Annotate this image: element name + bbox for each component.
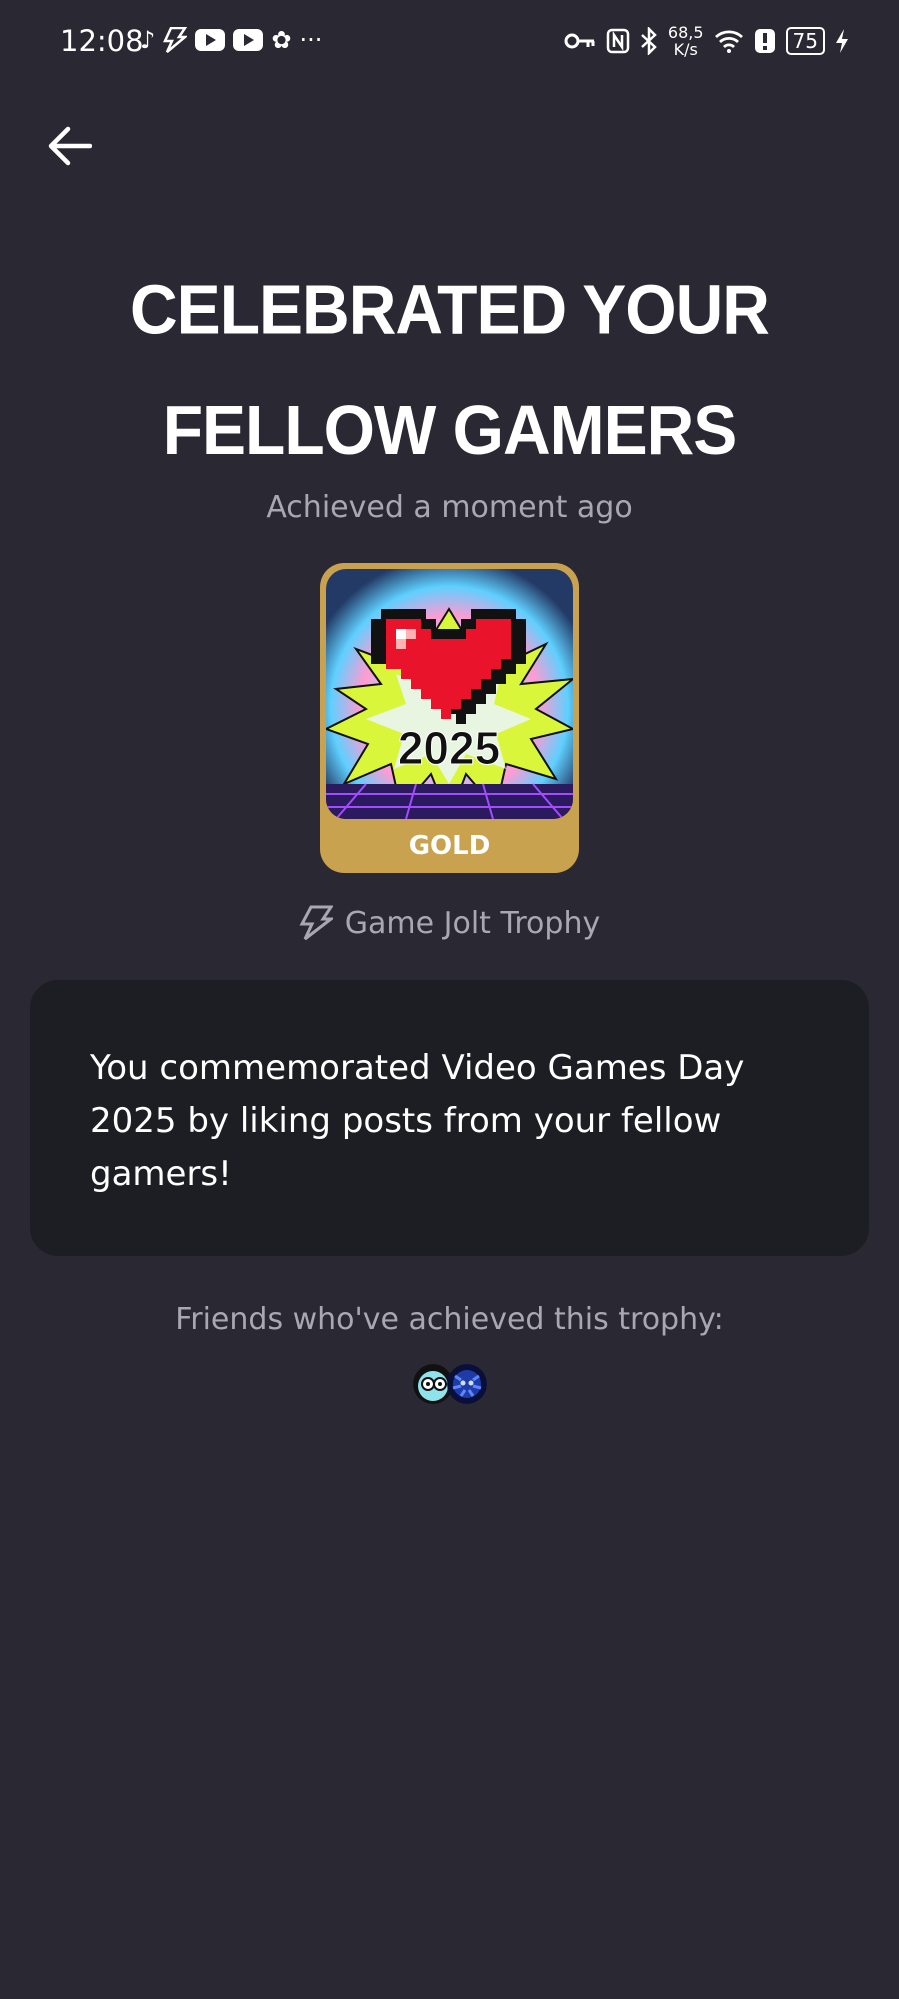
back-button[interactable] xyxy=(44,120,96,172)
key-icon xyxy=(564,25,596,57)
friends-avatars[interactable] xyxy=(413,1364,487,1406)
battery-icon: 75 xyxy=(785,27,825,55)
gamejolt-icon xyxy=(299,905,333,941)
wifi-icon xyxy=(714,25,744,57)
friend-avatar[interactable] xyxy=(447,1364,487,1404)
notification-icons: ♪ ✿ ··· xyxy=(140,24,322,56)
trophy-description: You commemorated Video Games Day 2025 by… xyxy=(90,1048,745,1194)
trophy-description-card: You commemorated Video Games Day 2025 by… xyxy=(30,980,869,1256)
status-bar: 12:08 ♪ ✿ ··· 68,5 K/s 75 xyxy=(0,0,899,90)
settings-icon: ✿ xyxy=(271,26,292,54)
trophy-card: 2025 GOLD xyxy=(320,563,579,873)
alert-icon xyxy=(754,25,776,57)
achieved-time: Achieved a moment ago xyxy=(266,490,633,525)
friends-label: Friends who've achieved this trophy: xyxy=(175,1302,724,1337)
bluetooth-icon xyxy=(640,25,658,57)
trophy-tier: GOLD xyxy=(408,831,491,861)
trophy-year: 2025 xyxy=(398,722,500,774)
trophy-image: 2025 xyxy=(326,569,573,819)
youtube-icon xyxy=(233,24,264,56)
page-title: CELEBRATED YOUR FELLOW GAMERS xyxy=(130,270,770,469)
status-time: 12:08 xyxy=(60,24,144,58)
charging-icon xyxy=(835,25,849,57)
trophy-source-label: Game Jolt Trophy xyxy=(344,905,601,941)
trophy-source: Game Jolt Trophy xyxy=(0,905,899,941)
gamejolt-icon xyxy=(163,24,188,56)
more-icon: ··· xyxy=(299,26,323,54)
system-icons: 68,5 K/s 75 xyxy=(564,24,849,58)
arrow-left-icon xyxy=(48,126,92,166)
network-speed: 68,5 K/s xyxy=(668,24,704,58)
youtube-icon xyxy=(195,24,226,56)
network-speed-unit: K/s xyxy=(673,40,698,59)
tiktok-icon: ♪ xyxy=(140,26,156,54)
network-speed-value: 68,5 xyxy=(667,23,704,42)
nfc-icon xyxy=(606,25,630,57)
